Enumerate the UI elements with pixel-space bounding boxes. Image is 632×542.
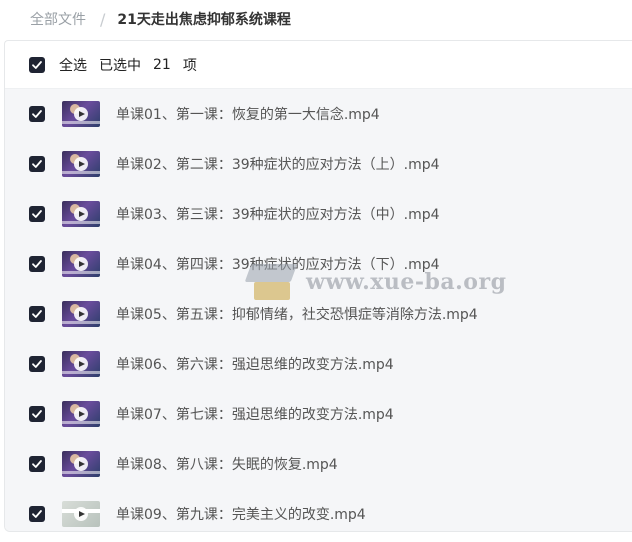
- file-checkbox[interactable]: [29, 206, 45, 222]
- file-name[interactable]: 单课01、第一课：恢复的第一大信念.mp4: [116, 104, 380, 124]
- check-icon: [32, 360, 42, 368]
- check-icon: [32, 210, 42, 218]
- selected-count: 21: [153, 56, 171, 73]
- selection-bar: 全选 已选中 21 项: [5, 41, 632, 89]
- file-name[interactable]: 单课08、第八课：失眠的恢复.mp4: [116, 454, 338, 474]
- select-all-checkbox[interactable]: [29, 56, 45, 73]
- selected-label: 已选中: [99, 57, 141, 74]
- breadcrumb-separator: /: [100, 9, 106, 29]
- play-icon: [74, 357, 88, 371]
- file-list: 单课01、第一课：恢复的第一大信念.mp4 单课02、第二课：39种症状的应对方…: [5, 89, 632, 531]
- video-thumbnail[interactable]: [62, 401, 100, 427]
- play-icon: [74, 457, 88, 471]
- file-checkbox[interactable]: [29, 356, 45, 372]
- check-icon: [32, 160, 42, 168]
- file-row[interactable]: 单课09、第九课：完美主义的改变.mp4: [5, 489, 632, 531]
- play-icon: [74, 207, 88, 221]
- file-checkbox[interactable]: [29, 106, 45, 122]
- breadcrumb-current-folder: 21天走出焦虑抑郁系统课程: [117, 12, 291, 28]
- video-thumbnail[interactable]: [62, 301, 100, 327]
- breadcrumb-root-link[interactable]: 全部文件: [30, 9, 86, 29]
- file-name[interactable]: 单课02、第二课：39种症状的应对方法（上）.mp4: [116, 154, 440, 174]
- file-checkbox[interactable]: [29, 256, 45, 272]
- file-checkbox[interactable]: [29, 506, 45, 522]
- check-icon: [32, 260, 42, 268]
- file-name[interactable]: 单课05、第五课：抑郁情绪，社交恐惧症等消除方法.mp4: [116, 304, 478, 324]
- file-row[interactable]: 单课02、第二课：39种症状的应对方法（上）.mp4: [5, 139, 632, 189]
- play-icon: [74, 257, 88, 271]
- file-name[interactable]: 单课07、第七课：强迫思维的改变方法.mp4: [116, 404, 394, 424]
- file-row[interactable]: 单课01、第一课：恢复的第一大信念.mp4: [5, 89, 632, 139]
- file-checkbox[interactable]: [29, 156, 45, 172]
- select-all-label[interactable]: 全选: [59, 55, 87, 75]
- play-icon: [74, 107, 88, 121]
- check-icon: [32, 310, 42, 318]
- file-row[interactable]: 单课04、第四课：39种症状的应对方法（下）.mp4: [5, 239, 632, 289]
- play-icon: [74, 407, 88, 421]
- video-thumbnail[interactable]: [62, 451, 100, 477]
- selected-unit: 项: [182, 57, 197, 74]
- play-icon: [74, 507, 88, 521]
- check-icon: [32, 110, 42, 118]
- video-thumbnail[interactable]: [62, 351, 100, 377]
- video-thumbnail[interactable]: [62, 501, 100, 527]
- video-thumbnail[interactable]: [62, 101, 100, 127]
- file-name[interactable]: 单课09、第九课：完美主义的改变.mp4: [116, 504, 366, 524]
- video-thumbnail[interactable]: [62, 251, 100, 277]
- breadcrumb: 全部文件 / 21天走出焦虑抑郁系统课程: [0, 0, 632, 38]
- play-icon: [74, 157, 88, 171]
- check-icon: [32, 460, 42, 468]
- file-row[interactable]: 单课07、第七课：强迫思维的改变方法.mp4: [5, 389, 632, 439]
- file-name[interactable]: 单课03、第三课：39种症状的应对方法（中）.mp4: [116, 204, 440, 224]
- check-icon: [32, 60, 42, 69]
- file-row[interactable]: 单课05、第五课：抑郁情绪，社交恐惧症等消除方法.mp4: [5, 289, 632, 339]
- file-row[interactable]: 单课06、第六课：强迫思维的改变方法.mp4: [5, 339, 632, 389]
- file-list-panel: 全选 已选中 21 项 单课01、第一课：恢复的第一大信念.mp4 单课02、第…: [4, 40, 632, 532]
- video-thumbnail[interactable]: [62, 201, 100, 227]
- video-thumbnail[interactable]: [62, 151, 100, 177]
- file-checkbox[interactable]: [29, 456, 45, 472]
- file-checkbox[interactable]: [29, 306, 45, 322]
- check-icon: [32, 410, 42, 418]
- play-icon: [74, 307, 88, 321]
- check-icon: [32, 510, 42, 518]
- file-row[interactable]: 单课08、第八课：失眠的恢复.mp4: [5, 439, 632, 489]
- file-checkbox[interactable]: [29, 406, 45, 422]
- file-name[interactable]: 单课04、第四课：39种症状的应对方法（下）.mp4: [116, 254, 440, 274]
- file-name[interactable]: 单课06、第六课：强迫思维的改变方法.mp4: [116, 354, 394, 374]
- file-row[interactable]: 单课03、第三课：39种症状的应对方法（中）.mp4: [5, 189, 632, 239]
